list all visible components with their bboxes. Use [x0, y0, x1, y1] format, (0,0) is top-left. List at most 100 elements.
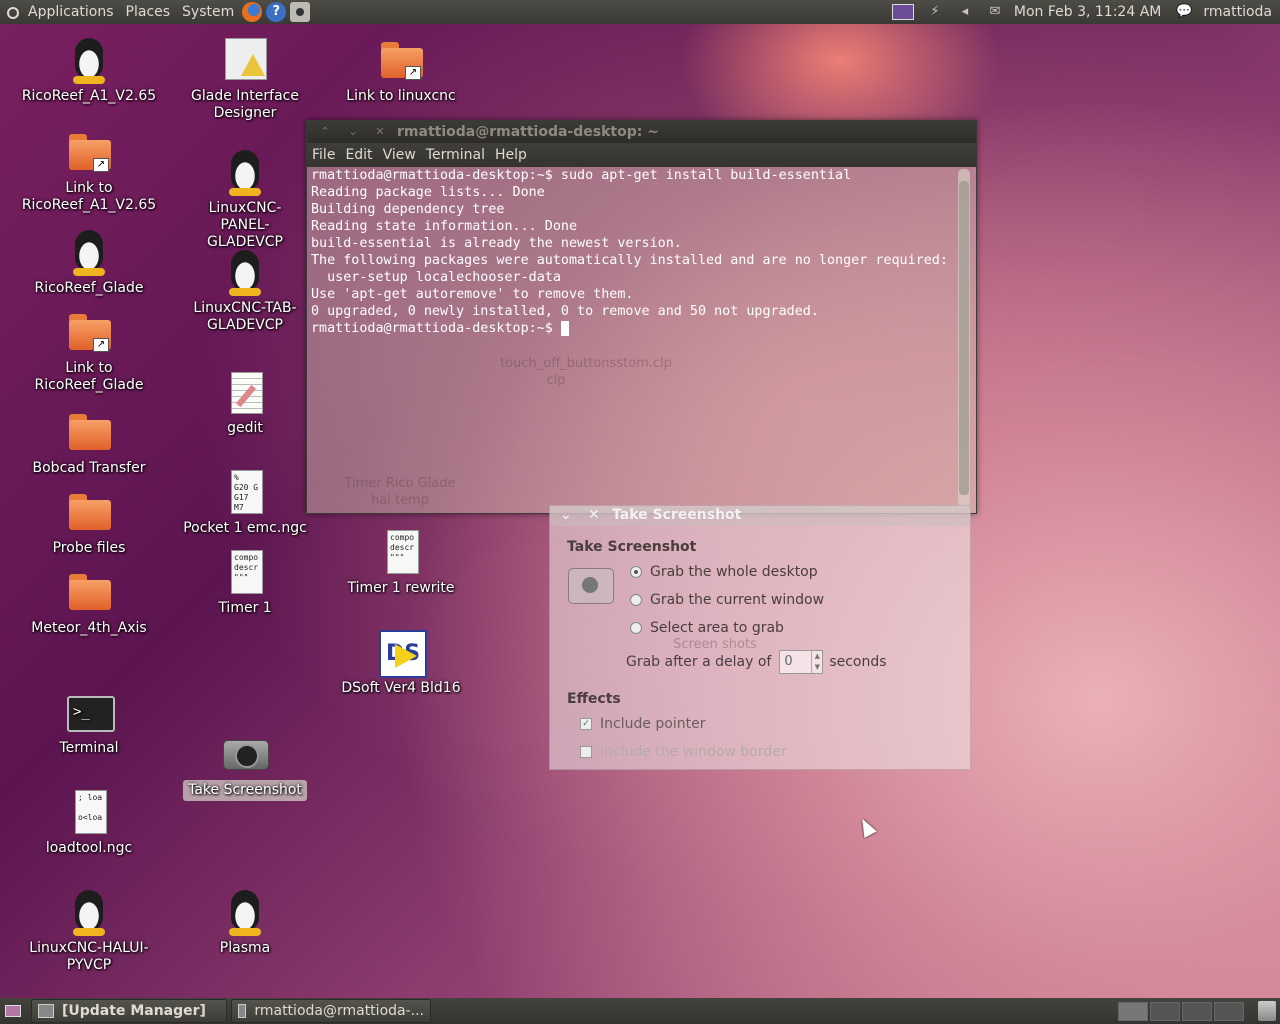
- desktop-icon-plasma[interactable]: Plasma: [175, 888, 315, 957]
- close-icon[interactable]: ✕: [588, 507, 600, 523]
- camera-icon: [221, 728, 269, 776]
- trash-icon[interactable]: [1258, 1001, 1276, 1021]
- checkbox-icon[interactable]: [580, 746, 592, 758]
- radio-select-area[interactable]: Select area to grab: [630, 620, 784, 636]
- firefox-icon[interactable]: [242, 2, 263, 22]
- notification-area: ⚡ ◂ ✉ Mon Feb 3, 11:24 AM 💬 rmattioda: [886, 0, 1280, 24]
- radio-label: Select area to grab: [650, 620, 784, 636]
- desktop-icon-pocket-1[interactable]: % G20 G G17 M7 Pocket 1 emc.ngc: [175, 468, 315, 537]
- folder-link-icon: ↗: [65, 128, 113, 176]
- spin-arrows-icon[interactable]: ▲ ▼: [811, 651, 822, 673]
- desktop-icon-label: LinuxCNC-TAB-GLADEVCP: [193, 300, 297, 333]
- clock[interactable]: Mon Feb 3, 11:24 AM: [1014, 4, 1161, 20]
- delay-unit: seconds: [829, 654, 887, 670]
- desktop-icon-glade-designer[interactable]: Glade Interface Designer: [175, 36, 315, 122]
- desktop-icon-ricoreef-glade[interactable]: RicoReef_Glade: [19, 228, 159, 297]
- effects-heading: Effects: [567, 691, 621, 707]
- glade-icon: [221, 36, 269, 84]
- network-icon[interactable]: ⚡: [926, 4, 944, 20]
- desktop-icon-linuxcnc-halui[interactable]: LinuxCNC-HALUI-PYVCP: [19, 888, 159, 974]
- taskbar-button-update-manager[interactable]: [Update Manager]: [31, 999, 227, 1023]
- take-screenshot-dialog[interactable]: ⌄ ✕ Take Screenshot Take Screenshot Grab…: [549, 505, 971, 770]
- help-icon[interactable]: ?: [266, 2, 287, 22]
- desktop-icon-label: Plasma: [219, 940, 271, 956]
- desktop-icon-take-screenshot[interactable]: Take Screenshot: [175, 728, 315, 801]
- desktop-icon-timer-1-rewrite[interactable]: compo descr """ Timer 1 rewrite: [331, 528, 471, 597]
- desktop-icon-label: loadtool.ngc: [45, 840, 133, 856]
- dialog-titlebar[interactable]: ⌄ ✕ Take Screenshot: [550, 506, 970, 526]
- workspace-1[interactable]: [1118, 1002, 1148, 1021]
- desktop-icon-label: Terminal: [59, 740, 119, 756]
- desktop-icon-ricoreef-a1[interactable]: RicoReef_A1_V2.65: [19, 36, 159, 105]
- menu-applications[interactable]: Applications: [22, 0, 120, 24]
- minimize-icon[interactable]: ⌄: [560, 507, 572, 523]
- gedit-icon: [221, 368, 269, 416]
- tux-icon: [65, 888, 113, 936]
- desktop-icon-bobcad-transfer[interactable]: Bobcad Transfer: [19, 408, 159, 477]
- desktop-icon-label: Take Screenshot: [183, 780, 307, 801]
- scrollbar-thumb[interactable]: [959, 181, 969, 495]
- document-icon: compo descr """: [377, 528, 425, 576]
- ghost-label: touch_off_buttonsstom.clp: [500, 356, 672, 371]
- terminal-window[interactable]: ⌃ ⌄ ✕ rmattioda@rmattioda-desktop: ~ Fil…: [306, 120, 977, 514]
- desktop-icon-probe-files[interactable]: Probe files: [19, 488, 159, 557]
- menu-places[interactable]: Places: [120, 0, 177, 24]
- desktop-icon-link-ricoreef-glade[interactable]: ↗ Link to RicoReef_Glade: [19, 308, 159, 394]
- window-title: rmattioda@rmattioda-desktop: ~: [397, 124, 659, 140]
- menu-help[interactable]: Help: [490, 147, 532, 163]
- desktop-icon-linuxcnc-tab[interactable]: LinuxCNC-TAB-GLADEVCP: [175, 248, 315, 334]
- desktop-icon-gedit[interactable]: gedit: [175, 368, 315, 437]
- desktop-icon-loadtool-ngc[interactable]: ; loa o<loa loadtool.ngc: [19, 788, 159, 857]
- checkbox-include-border[interactable]: Include the window border: [580, 744, 787, 760]
- terminal-icon: [65, 688, 115, 736]
- user-menu[interactable]: rmattioda: [1203, 4, 1272, 20]
- desktop-icon-label: Timer 1 rewrite: [347, 580, 455, 596]
- ubuntu-logo-icon[interactable]: [4, 4, 20, 20]
- desktop-icon-meteor-4th-axis[interactable]: Meteor_4th_Axis: [19, 568, 159, 637]
- minimize-icon[interactable]: ⌃: [317, 124, 333, 140]
- checkbox-label: Include the window border: [600, 744, 787, 760]
- radio-current-window[interactable]: Grab the current window: [630, 592, 824, 608]
- terminal-prompt: rmattioda@rmattioda-desktop:~$: [311, 321, 561, 336]
- workspace-4[interactable]: [1214, 1002, 1244, 1021]
- radio-icon[interactable]: [630, 594, 642, 606]
- display-icon[interactable]: [891, 4, 914, 20]
- desktop-icon-terminal[interactable]: Terminal: [19, 688, 159, 757]
- desktop-icon-linuxcnc-panel[interactable]: LinuxCNC-PANEL-GLADEVCP: [175, 148, 315, 251]
- desktop-icon-timer-1[interactable]: compo descr """ Timer 1: [175, 548, 315, 617]
- desktop-icon-link-ricoreef-a1[interactable]: ↗ Link to RicoReef_A1_V2.65: [19, 128, 159, 214]
- radio-icon[interactable]: [630, 622, 642, 634]
- checkbox-include-pointer[interactable]: ✓ Include pointer: [580, 716, 706, 732]
- radio-icon[interactable]: [630, 566, 642, 578]
- workspace-3[interactable]: [1182, 1002, 1212, 1021]
- terminal-line: build-essential is already the newest ve…: [311, 236, 682, 251]
- menu-edit[interactable]: Edit: [340, 147, 377, 163]
- mouse-pointer-icon: [856, 815, 877, 838]
- delay-spinbox[interactable]: 0 ▲ ▼: [779, 650, 824, 674]
- menu-terminal[interactable]: Terminal: [421, 147, 490, 163]
- checkbox-icon[interactable]: ✓: [580, 718, 592, 730]
- workspace-2[interactable]: [1150, 1002, 1180, 1021]
- desktop-icon-dsoft[interactable]: DSoft Ver4 Bld16: [331, 628, 471, 697]
- terminal-scrollbar[interactable]: [958, 169, 970, 507]
- radio-whole-desktop[interactable]: Grab the whole desktop: [630, 564, 818, 580]
- delay-value: 0: [784, 654, 793, 669]
- menu-view[interactable]: View: [378, 147, 421, 163]
- user-status-icon[interactable]: 💬: [1175, 4, 1193, 20]
- terminal-line: 0 upgraded, 0 newly installed, 0 to remo…: [311, 304, 819, 319]
- close-icon[interactable]: ✕: [372, 124, 388, 140]
- desktop-icon-link-linuxcnc[interactable]: ↗ Link to linuxcnc: [331, 36, 471, 105]
- text-cursor: [560, 321, 569, 336]
- delay-row: Grab after a delay of 0 ▲ ▼ seconds: [626, 650, 887, 674]
- mail-icon[interactable]: ✉: [986, 4, 1004, 20]
- taskbar-button-terminal[interactable]: rmattioda@rmattioda-...: [231, 999, 431, 1023]
- menu-file[interactable]: File: [307, 147, 340, 163]
- maximize-icon[interactable]: ⌄: [345, 124, 361, 140]
- terminal-output[interactable]: rmattioda@rmattioda-desktop:~$ sudo apt-…: [311, 167, 953, 507]
- terminal-prompt-line: rmattioda@rmattioda-desktop:~$: [311, 320, 953, 337]
- menu-system[interactable]: System: [176, 0, 240, 24]
- volume-icon[interactable]: ◂: [956, 4, 974, 20]
- screenshot-launcher-icon[interactable]: [290, 2, 311, 22]
- window-titlebar[interactable]: ⌃ ⌄ ✕ rmattioda@rmattioda-desktop: ~: [307, 121, 976, 143]
- show-desktop-icon[interactable]: [5, 1005, 21, 1017]
